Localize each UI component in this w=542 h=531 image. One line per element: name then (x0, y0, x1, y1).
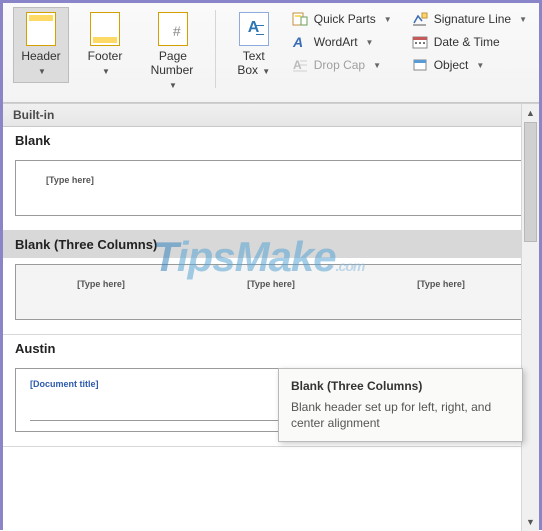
scroll-down-button[interactable]: ▼ (522, 513, 539, 531)
quick-parts-icon (292, 11, 308, 27)
object-label: Object (434, 58, 469, 72)
ribbon: Header ▼ Footer ▼ # PageNumber ▼ A TextBox… (3, 3, 539, 103)
gallery-item-title: Blank (Three Columns) (3, 231, 539, 258)
tooltip: Blank (Three Columns) Blank header set u… (278, 368, 523, 442)
chevron-down-icon: ▼ (519, 15, 527, 24)
header-button[interactable]: Header ▼ (13, 7, 69, 83)
gallery-heading: Built-in (3, 104, 539, 127)
header-icon (26, 12, 56, 46)
header-gallery: Built-in Blank [Type here] Blank (Three … (3, 103, 539, 531)
gallery-preview: [Type here] [Type here] [Type here] (15, 264, 527, 320)
separator (215, 10, 216, 88)
date-time-icon (412, 34, 428, 50)
signature-line-button[interactable]: Signature Line ▼ (406, 9, 533, 29)
gallery-item-blank-three-columns[interactable]: Blank (Three Columns) [Type here] [Type … (3, 231, 539, 335)
scroll-thumb[interactable] (524, 122, 537, 242)
quick-parts-button[interactable]: Quick Parts ▼ (286, 9, 398, 29)
placeholder-text: [Type here] (247, 279, 295, 289)
date-time-button[interactable]: Date & Time (406, 32, 533, 52)
header-label: Header (21, 49, 60, 63)
quick-parts-label: Quick Parts (314, 12, 376, 26)
scroll-up-button[interactable]: ▲ (522, 104, 539, 122)
drop-cap-button: A Drop Cap ▼ (286, 55, 398, 75)
page-number-button[interactable]: # PageNumber ▼ (141, 7, 205, 96)
footer-label: Footer (88, 49, 123, 63)
footer-icon (90, 12, 120, 46)
wordart-icon: A (292, 34, 308, 50)
tooltip-title: Blank (Three Columns) (291, 379, 510, 393)
gallery-item-title: Austin (3, 335, 539, 362)
signature-line-icon (412, 11, 428, 27)
text-box-button[interactable]: A TextBox ▼ (226, 7, 282, 83)
gallery-preview: [Type here] (15, 160, 527, 216)
document-title-placeholder: [Document title] (30, 379, 99, 389)
chevron-down-icon: ▼ (384, 15, 392, 24)
chevron-down-icon: ▼ (366, 38, 374, 47)
chevron-down-icon: ▼ (476, 61, 484, 70)
svg-text:A: A (292, 34, 303, 50)
object-icon (412, 57, 428, 73)
page-number-icon: # (158, 12, 188, 46)
page-number-label: PageNumber (151, 49, 194, 77)
gallery-item-title: Blank (3, 127, 539, 154)
signature-line-label: Signature Line (434, 12, 511, 26)
footer-button[interactable]: Footer ▼ (77, 7, 133, 83)
chevron-down-icon: ▼ (373, 61, 381, 70)
placeholder-text: [Type here] (417, 279, 465, 289)
wordart-label: WordArt (314, 35, 358, 49)
gallery-item-blank[interactable]: Blank [Type here] (3, 127, 539, 231)
tooltip-body: Blank header set up for left, right, and… (291, 399, 510, 431)
chevron-down-icon: ▼ (38, 67, 46, 76)
drop-cap-icon: A (292, 57, 308, 73)
date-time-label: Date & Time (434, 35, 500, 49)
chevron-down-icon: ▼ (102, 67, 110, 76)
scrollbar[interactable]: ▲ ▼ (521, 104, 539, 531)
text-box-icon: A (239, 12, 269, 46)
chevron-down-icon: ▼ (260, 67, 270, 76)
placeholder-text: [Type here] (77, 279, 125, 289)
wordart-button[interactable]: A WordArt ▼ (286, 32, 398, 52)
chevron-down-icon: ▼ (169, 81, 177, 90)
object-button[interactable]: Object ▼ (406, 55, 533, 75)
drop-cap-label: Drop Cap (314, 58, 365, 72)
placeholder-text: [Type here] (46, 175, 94, 185)
